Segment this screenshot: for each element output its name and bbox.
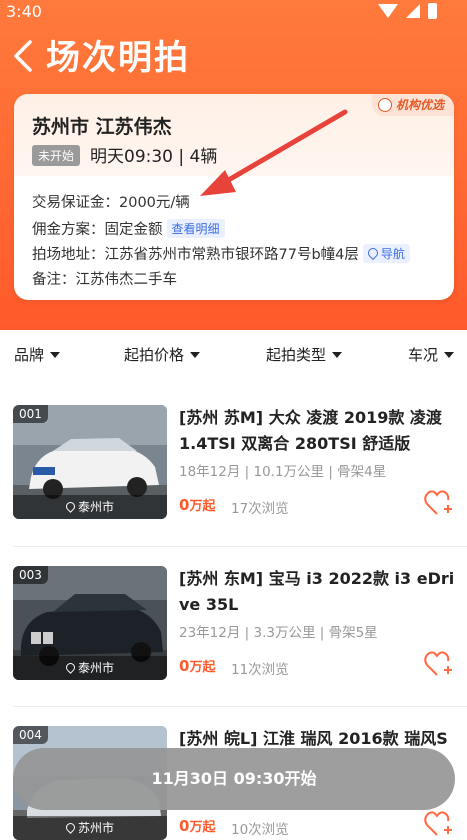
listing-views: 10次浏览: [231, 822, 289, 838]
caret-down-icon: [332, 351, 343, 358]
listing-index: 001: [13, 405, 48, 423]
price-value: 0: [179, 817, 190, 835]
listing-index: 004: [13, 726, 48, 744]
car-photo: 003 泰州市: [13, 566, 167, 680]
listing-title: [苏州 苏M] 大众 凌渡 2019款 凌渡 1.4TSI 双离合 280TSI…: [179, 408, 442, 453]
listing-price: 0万起: [179, 495, 215, 514]
start-time-button[interactable]: 11月30日 09:30开始: [13, 748, 455, 810]
location-pin-icon: [64, 821, 77, 834]
listing-price: 0万起: [179, 656, 215, 675]
listing-views: 17次浏览: [231, 501, 289, 517]
car-listing[interactable]: 001 泰州市 [苏州 苏M] 大众 凌渡 2019款 凌渡 1.4TSI 双离…: [13, 405, 454, 519]
divider: [13, 546, 467, 547]
divider: [13, 706, 467, 707]
location-pin-icon: [64, 500, 77, 513]
caret-down-icon: [444, 351, 455, 358]
filter-condition[interactable]: 车况: [408, 344, 455, 365]
car-listing[interactable]: 003 泰州市 [苏州 东M] 宝马 i3 2022款 i3 eDrive 35…: [13, 566, 454, 680]
filter-label: 车况: [408, 346, 439, 364]
price-unit: 万起: [189, 660, 216, 675]
listing-meta: 23年12月 | 3.3万公里 | 骨架5星: [179, 625, 378, 641]
photo-location-label: 泰州市: [77, 661, 114, 675]
filter-start-type[interactable]: 起拍类型: [266, 344, 343, 365]
photo-location-label: 苏州市: [77, 821, 114, 835]
photo-location: 苏州市: [13, 816, 167, 840]
price-unit: 万起: [189, 499, 216, 514]
caret-down-icon: [190, 351, 201, 358]
caret-down-icon: [50, 351, 61, 358]
price-value: 0: [179, 657, 190, 675]
filter-label: 品牌: [14, 346, 45, 364]
favorite-heart-icon[interactable]: [424, 489, 454, 517]
listing-meta: 18年12月 | 10.1万公里 | 骨架4星: [179, 464, 387, 480]
location-pin-icon: [64, 661, 77, 674]
listing-views: 11次浏览: [231, 662, 289, 678]
photo-location: 泰州市: [13, 656, 167, 680]
photo-location-label: 泰州市: [77, 500, 114, 514]
annotation-arrow: [200, 109, 348, 196]
listing-index: 003: [13, 566, 48, 584]
photo-location: 泰州市: [13, 495, 167, 519]
filter-bar: 品牌 起拍价格 起拍类型 车况: [0, 330, 467, 378]
filter-brand[interactable]: 品牌: [14, 344, 61, 365]
car-photo: 001 泰州市: [13, 405, 167, 519]
listing-title: [苏州 东M] 宝马 i3 2022款 i3 eDrive 35L: [179, 569, 455, 614]
favorite-heart-icon[interactable]: [424, 650, 454, 678]
price-unit: 万起: [189, 820, 216, 835]
filter-label: 起拍类型: [266, 346, 327, 364]
price-value: 0: [179, 496, 190, 514]
favorite-heart-icon[interactable]: [424, 810, 454, 838]
listing-price: 0万起: [179, 816, 215, 835]
filter-start-price[interactable]: 起拍价格: [124, 344, 201, 365]
filter-label: 起拍价格: [124, 346, 185, 364]
